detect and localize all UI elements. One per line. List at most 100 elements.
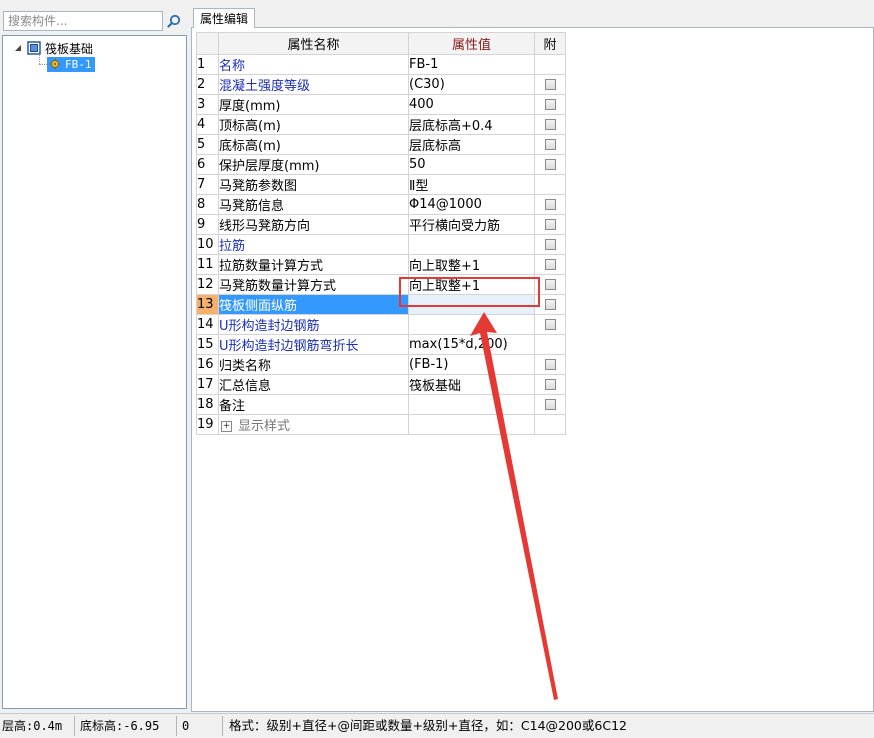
attach-checkbox[interactable] <box>544 319 556 330</box>
property-name-cell[interactable]: 厚度(mm) <box>218 94 409 115</box>
property-row[interactable]: 4 顶标高(m) 层底标高+0.4 <box>196 114 566 135</box>
property-name-cell[interactable]: 汇总信息 <box>218 374 409 395</box>
property-name-cell[interactable]: 归类名称 <box>218 354 409 375</box>
attach-cell <box>534 74 566 95</box>
bottom-elevation-text: 底标高:-6.95 <box>80 719 160 733</box>
property-name-cell[interactable]: 名称 <box>218 54 409 75</box>
tree-child-label: FB-1 <box>65 57 92 71</box>
property-name-cell[interactable]: 筏板侧面纵筋 <box>218 294 409 315</box>
property-value-cell[interactable]: 平行横向受力筋 <box>408 214 535 235</box>
property-value-cell[interactable]: 向上取整+1 <box>408 274 535 295</box>
property-name: 拉筋数量计算方式 <box>219 259 324 274</box>
property-value-cell[interactable] <box>408 294 535 315</box>
property-name: 马凳筋数量计算方式 <box>219 279 337 294</box>
property-name-cell[interactable]: 线形马凳筋方向 <box>218 214 409 235</box>
attach-cell <box>534 54 566 75</box>
property-value-cell[interactable]: max(15*d,200) <box>408 334 535 355</box>
property-row[interactable]: 18 备注 <box>196 394 566 415</box>
property-name-cell[interactable]: 拉筋数量计算方式 <box>218 254 409 275</box>
property-name: 显示样式 <box>238 419 291 434</box>
search-button[interactable] <box>163 11 185 31</box>
property-name: 马凳筋信息 <box>219 199 285 214</box>
attach-checkbox[interactable] <box>544 199 556 210</box>
property-row[interactable]: 5 底标高(m) 层底标高 <box>196 134 566 155</box>
attach-checkbox[interactable] <box>544 139 556 150</box>
tree-node-raft-foundation[interactable]: 筏板基础 <box>13 40 93 56</box>
property-value-cell[interactable]: 向上取整+1 <box>408 254 535 275</box>
attach-checkbox[interactable] <box>544 239 556 250</box>
property-value-cell[interactable]: 筏板基础 <box>408 374 535 395</box>
attach-checkbox[interactable] <box>544 359 556 370</box>
property-name-cell[interactable]: 底标高(m) <box>218 134 409 155</box>
property-row[interactable]: 9 线形马凳筋方向 平行横向受力筋 <box>196 214 566 235</box>
attach-checkbox[interactable] <box>544 79 556 90</box>
grid-header-row: 属性名称 属性值 附 <box>196 32 566 55</box>
property-row[interactable]: 2 混凝土强度等级 (C30) <box>196 74 566 95</box>
property-row[interactable]: 8 马凳筋信息 Φ14@1000 <box>196 194 566 215</box>
property-row[interactable]: 13 筏板侧面纵筋 <box>196 294 566 315</box>
property-value-cell[interactable]: 层底标高 <box>408 134 535 155</box>
property-name-cell[interactable]: 马凳筋参数图 <box>218 174 409 195</box>
attach-cell <box>534 314 566 335</box>
attach-checkbox[interactable] <box>544 119 556 130</box>
attach-checkbox[interactable] <box>544 279 556 290</box>
property-row[interactable]: 1 名称 FB-1 <box>196 54 566 75</box>
property-name-cell[interactable]: 混凝土强度等级 <box>218 74 409 95</box>
tab-property-edit[interactable]: 属性编辑 <box>193 8 256 28</box>
attach-checkbox[interactable] <box>544 99 556 110</box>
property-name: 拉筋 <box>219 239 246 254</box>
raft-foundation-icon <box>27 41 41 55</box>
property-name-cell[interactable]: 马凳筋数量计算方式 <box>218 274 409 295</box>
property-name-cell[interactable]: + 显示样式 <box>218 414 409 435</box>
property-name-cell[interactable]: U形构造封边钢筋 <box>218 314 409 335</box>
property-name: 线形马凳筋方向 <box>219 219 311 234</box>
property-value-cell[interactable]: FB-1 <box>408 54 535 75</box>
attach-checkbox[interactable] <box>544 159 556 170</box>
property-row[interactable]: 14 U形构造封边钢筋 <box>196 314 566 335</box>
expand-plus-icon[interactable]: + <box>221 421 232 432</box>
property-row[interactable]: 11 拉筋数量计算方式 向上取整+1 <box>196 254 566 275</box>
property-name-cell[interactable]: 顶标高(m) <box>218 114 409 135</box>
property-row[interactable]: 17 汇总信息 筏板基础 <box>196 374 566 395</box>
attach-cell <box>534 154 566 175</box>
property-name-cell[interactable]: 保护层厚度(mm) <box>218 154 409 175</box>
property-value-cell[interactable]: Φ14@1000 <box>408 194 535 215</box>
property-name-cell[interactable]: U形构造封边钢筋弯折长 <box>218 334 409 355</box>
property-row[interactable]: 6 保护层厚度(mm) 50 <box>196 154 566 175</box>
collapse-triangle-icon[interactable] <box>13 43 23 53</box>
property-value-header: 属性值 <box>408 32 535 55</box>
property-value-cell[interactable] <box>408 414 535 435</box>
attach-checkbox[interactable] <box>544 219 556 230</box>
property-row[interactable]: 19 + 显示样式 <box>196 414 566 435</box>
property-grid: 属性名称 属性值 附 1 名称 FB-1 2 混凝土强度等级 (C30) 3 厚度(mm) 40… <box>196 32 566 435</box>
attach-checkbox[interactable] <box>544 399 556 410</box>
property-name-cell[interactable]: 拉筋 <box>218 234 409 255</box>
property-row[interactable]: 16 归类名称 (FB-1) <box>196 354 566 375</box>
property-value-cell[interactable] <box>408 394 535 415</box>
property-row[interactable]: 3 厚度(mm) 400 <box>196 94 566 115</box>
property-value-cell[interactable]: Ⅱ型 <box>408 174 535 195</box>
property-row[interactable]: 15 U形构造封边钢筋弯折长 max(15*d,200) <box>196 334 566 355</box>
row-number: 9 <box>196 214 219 235</box>
tree-node-fb-1[interactable]: FB-1 <box>47 56 95 72</box>
property-name-cell[interactable]: 备注 <box>218 394 409 415</box>
tree-root-label: 筏板基础 <box>45 41 94 56</box>
property-row[interactable]: 10 拉筋 <box>196 234 566 255</box>
property-value-cell[interactable] <box>408 314 535 335</box>
row-number: 19 <box>196 414 219 435</box>
attach-checkbox[interactable] <box>544 379 556 390</box>
property-value-cell[interactable]: (C30) <box>408 74 535 95</box>
property-value-cell[interactable]: 400 <box>408 94 535 115</box>
attach-checkbox[interactable] <box>544 259 556 270</box>
property-value-cell[interactable]: (FB-1) <box>408 354 535 375</box>
property-row[interactable]: 12 马凳筋数量计算方式 向上取整+1 <box>196 274 566 295</box>
attach-checkbox[interactable] <box>544 299 556 310</box>
property-name-cell[interactable]: 马凳筋信息 <box>218 194 409 215</box>
attach-cell <box>534 194 566 215</box>
property-value-cell[interactable]: 50 <box>408 154 535 175</box>
row-number: 7 <box>196 174 219 195</box>
property-value-cell[interactable]: 层底标高+0.4 <box>408 114 535 135</box>
property-value-cell[interactable] <box>408 234 535 255</box>
search-input[interactable] <box>3 11 163 31</box>
property-row[interactable]: 7 马凳筋参数图 Ⅱ型 <box>196 174 566 195</box>
